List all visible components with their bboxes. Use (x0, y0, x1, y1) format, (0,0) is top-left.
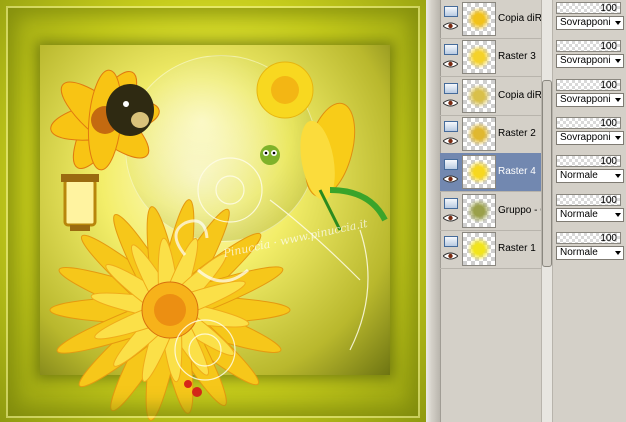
opacity-slider[interactable]: 100 (556, 2, 621, 14)
eye-icon[interactable] (443, 60, 458, 68)
dropdown-arrow-icon (615, 59, 621, 64)
eye-icon[interactable] (443, 252, 458, 260)
opacity-slider[interactable]: 100 (556, 40, 621, 53)
dropdown-arrow-icon (615, 212, 621, 217)
opacity-slider[interactable]: 100 (556, 231, 621, 244)
layer-type-icon (444, 6, 458, 17)
blend-mode-value: Sovrapponi (560, 93, 611, 105)
blend-mode-select[interactable]: Sovrapponi (556, 92, 624, 107)
layer-thumbnail[interactable] (462, 40, 496, 75)
layer-type-icon (444, 44, 458, 56)
layer-props-row: 100 Normale (553, 153, 626, 192)
blend-mode-value: Sovrapponi (560, 55, 611, 67)
eye-icon[interactable] (443, 137, 458, 145)
dropdown-arrow-icon (615, 250, 621, 255)
eye-icon[interactable] (443, 175, 458, 183)
layer-row[interactable]: Copia diRa (440, 0, 553, 39)
layer-props-row: 100 Normale (553, 192, 626, 231)
layer-type-icon (444, 159, 458, 171)
layer-props-row: 100 Sovrapponi (553, 0, 626, 39)
opacity-slider[interactable]: 100 (556, 193, 621, 206)
layer-thumbnail[interactable] (462, 193, 496, 228)
layer-thumbnail[interactable] (462, 155, 496, 190)
layer-type-icon (444, 197, 458, 209)
layer-list-scrollbar[interactable] (541, 0, 553, 422)
blend-mode-value: Normale (560, 246, 598, 258)
blend-mode-value: Normale (560, 208, 598, 220)
blend-mode-value: Normale (560, 170, 598, 182)
opacity-slider[interactable]: 100 (556, 78, 621, 91)
eye-icon[interactable] (443, 22, 458, 30)
layer-row[interactable]: Raster 2 (440, 115, 553, 154)
layer-type-icon (444, 82, 458, 94)
eye-icon[interactable] (443, 214, 458, 222)
layer-props-row: 100 Sovrapponi (553, 115, 626, 154)
layer-type-icon (444, 235, 458, 247)
layer-type-icon (444, 120, 458, 132)
dropdown-arrow-icon (615, 174, 621, 179)
artwork-frame-border (6, 6, 420, 418)
layer-row[interactable]: Raster 3 (440, 38, 553, 78)
layer-thumbnail[interactable] (462, 78, 496, 113)
blend-mode-select[interactable]: Sovrapponi (556, 54, 624, 69)
blend-mode-value: Sovrapponi (560, 17, 611, 28)
dropdown-arrow-icon (615, 135, 621, 140)
dropdown-arrow-icon (615, 21, 621, 25)
blend-mode-select[interactable]: Normale (556, 169, 624, 184)
layer-thumbnail[interactable] (462, 2, 496, 36)
blend-mode-select[interactable]: Sovrapponi (556, 16, 624, 30)
blend-mode-select[interactable]: Normale (556, 245, 624, 260)
scrollbar-thumb[interactable] (542, 80, 552, 267)
dropdown-arrow-icon (615, 97, 621, 102)
layer-thumbnail[interactable] (462, 231, 496, 266)
opacity-slider[interactable]: 100 (556, 155, 621, 168)
layer-thumbnail[interactable] (462, 116, 496, 151)
layer-props-row: 100 Sovrapponi (553, 77, 626, 116)
layer-row[interactable]: Copia diRa (440, 77, 553, 116)
layer-props-row: 100 Normale (553, 230, 626, 269)
layer-row[interactable]: Gruppo - C (440, 192, 553, 231)
layer-row[interactable]: Raster 4 (440, 153, 553, 193)
image-canvas[interactable]: Pinuccia · www.pinuccia.it (0, 0, 426, 422)
eye-icon[interactable] (443, 99, 458, 107)
blend-mode-value: Sovrapponi (560, 131, 611, 143)
panel-splitter[interactable] (426, 0, 441, 422)
layer-properties-column: 100 Sovrapponi 100 Sovrapponi 100 Sovrapponi 1… (553, 0, 626, 422)
opacity-slider[interactable]: 100 (556, 116, 621, 129)
layer-props-row: 100 Sovrapponi (553, 38, 626, 77)
blend-mode-select[interactable]: Normale (556, 207, 624, 222)
blend-mode-select[interactable]: Sovrapponi (556, 130, 624, 145)
layer-row[interactable]: Raster 1 (440, 230, 553, 269)
layer-list: Copia diRa Raster 3 Copia diRa Raster 2 Rast… (440, 0, 553, 422)
